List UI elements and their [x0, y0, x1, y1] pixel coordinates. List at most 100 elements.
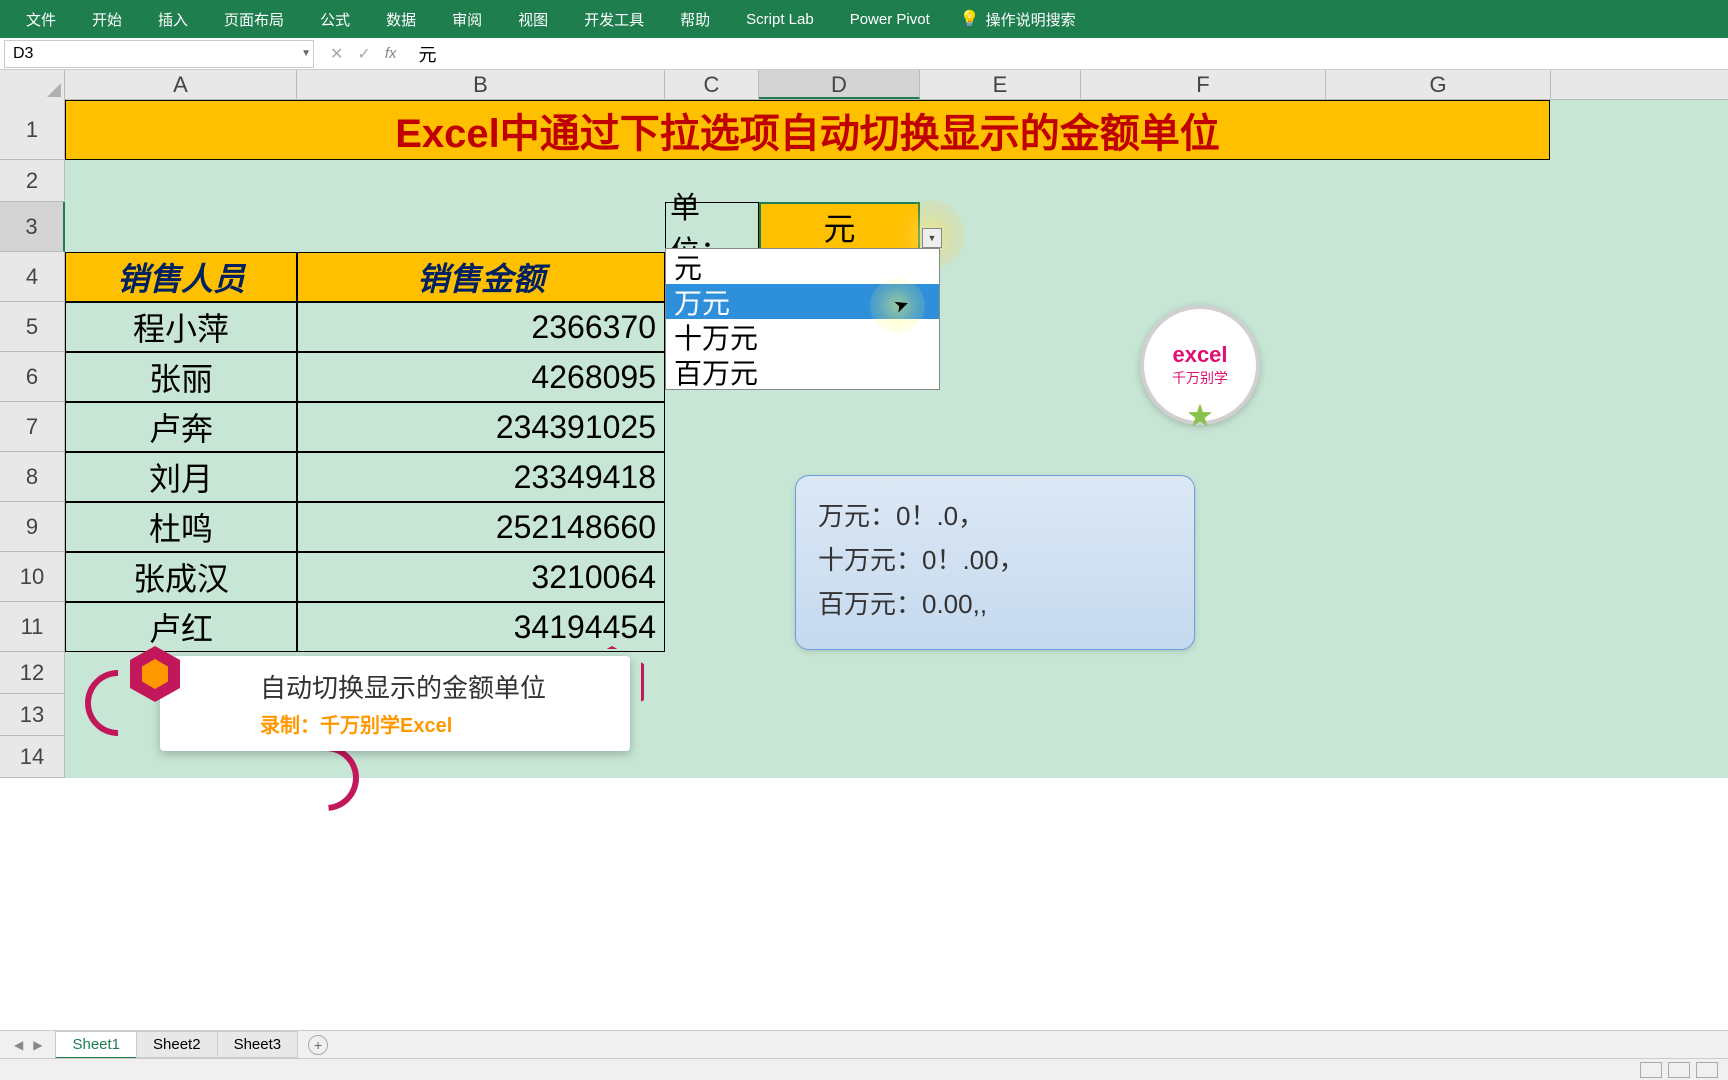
- ribbon-tab-scriptlab[interactable]: Script Lab: [728, 0, 832, 38]
- sheet-tab-bar: ◀ ▶ Sheet1 Sheet2 Sheet3 +: [0, 1030, 1728, 1058]
- unit-dropdown: 元 万元 十万元 百万元: [665, 248, 940, 390]
- row-header[interactable]: 2: [0, 160, 65, 202]
- name-box[interactable]: D3 ▼: [4, 40, 314, 68]
- cell-amount[interactable]: 34194454: [297, 602, 665, 652]
- sheet-tab[interactable]: Sheet2: [136, 1031, 218, 1058]
- table-row: 杜鸣 252148660: [65, 502, 665, 552]
- row-header[interactable]: 10: [0, 552, 65, 602]
- ribbon-tab-review[interactable]: 审阅: [434, 0, 500, 38]
- formula-controls: ✕ ✓ fx: [318, 44, 408, 64]
- dropdown-option[interactable]: 十万元: [666, 319, 939, 354]
- logo-subtext: 千万别学: [1172, 368, 1228, 388]
- chevron-down-icon: ▼: [928, 233, 937, 243]
- row-header[interactable]: 1: [0, 100, 65, 160]
- cell-amount[interactable]: 252148660: [297, 502, 665, 552]
- spreadsheet-grid: A B C D E F G 1 2 3 4 5 6 7 8 9 10 11 12…: [0, 70, 1728, 778]
- col-header-c[interactable]: C: [665, 70, 759, 99]
- sheet-tab[interactable]: Sheet3: [217, 1031, 299, 1058]
- cell-name[interactable]: 刘月: [65, 452, 297, 502]
- col-header-a[interactable]: A: [65, 70, 297, 99]
- table-row: 卢奔 234391025: [65, 402, 665, 452]
- status-bar: [0, 1058, 1728, 1080]
- unit-label-cell: 单位：: [665, 202, 759, 252]
- table-row: 张丽 4268095: [65, 352, 665, 402]
- row-header[interactable]: 9: [0, 502, 65, 552]
- ribbon-tab-insert[interactable]: 插入: [140, 0, 206, 38]
- check-icon[interactable]: ✓: [357, 44, 370, 64]
- nav-prev-icon[interactable]: ◀: [14, 1038, 23, 1052]
- col-header-d[interactable]: D: [759, 70, 920, 99]
- ribbon-tab-layout[interactable]: 页面布局: [206, 0, 302, 38]
- dropdown-option[interactable]: 元: [666, 249, 939, 284]
- ribbon-tab-home[interactable]: 开始: [74, 0, 140, 38]
- cell-amount[interactable]: 2366370: [297, 302, 665, 352]
- row-header[interactable]: 4: [0, 252, 65, 302]
- sheet-nav: ◀ ▶: [0, 1038, 56, 1052]
- bulb-icon: 💡: [960, 9, 980, 29]
- nav-next-icon[interactable]: ▶: [33, 1038, 42, 1052]
- table-header-amount: 销售金额: [297, 252, 665, 302]
- row-header[interactable]: 11: [0, 602, 65, 652]
- row-header[interactable]: 6: [0, 352, 65, 402]
- cell-name[interactable]: 程小萍: [65, 302, 297, 352]
- row-header[interactable]: 14: [0, 736, 65, 778]
- chevron-down-icon[interactable]: ▼: [301, 48, 311, 59]
- cell-name[interactable]: 杜鸣: [65, 502, 297, 552]
- title-banner: Excel中通过下拉选项自动切换显示的金额单位: [65, 100, 1550, 160]
- col-header-f[interactable]: F: [1081, 70, 1326, 99]
- row-header[interactable]: 5: [0, 302, 65, 352]
- column-headers: A B C D E F G: [0, 70, 1728, 100]
- ribbon-tab-help[interactable]: 帮助: [662, 0, 728, 38]
- row-headers: 1 2 3 4 5 6 7 8 9 10 11 12 13 14: [0, 100, 65, 778]
- star-icon: [1187, 403, 1213, 429]
- overlay-author: 录制：千万别学Excel: [260, 709, 576, 738]
- tell-me-label: 操作说明搜索: [986, 9, 1076, 30]
- dropdown-option[interactable]: 万元: [666, 284, 939, 319]
- col-header-g[interactable]: G: [1326, 70, 1551, 99]
- table-row: 刘月 23349418: [65, 452, 665, 502]
- ribbon-tab-dev[interactable]: 开发工具: [566, 0, 662, 38]
- view-layout-icon[interactable]: [1668, 1062, 1690, 1078]
- row-header[interactable]: 8: [0, 452, 65, 502]
- view-pagebreak-icon[interactable]: [1696, 1062, 1718, 1078]
- cell-amount[interactable]: 3210064: [297, 552, 665, 602]
- col-header-b[interactable]: B: [297, 70, 665, 99]
- dropdown-option[interactable]: 百万元: [666, 354, 939, 389]
- ribbon-tab-view[interactable]: 视图: [500, 0, 566, 38]
- row-header[interactable]: 12: [0, 652, 65, 694]
- sheet-tab[interactable]: Sheet1: [55, 1031, 137, 1059]
- row-header[interactable]: 3: [0, 202, 65, 252]
- add-sheet-button[interactable]: +: [308, 1035, 328, 1055]
- cell-name[interactable]: 卢奔: [65, 402, 297, 452]
- overlay-card: 自动切换显示的金额单位 录制：千万别学Excel: [160, 656, 630, 751]
- ribbon-tab-data[interactable]: 数据: [368, 0, 434, 38]
- cancel-icon[interactable]: ✕: [330, 44, 343, 64]
- ribbon-tab-file[interactable]: 文件: [8, 0, 74, 38]
- formula-input[interactable]: [408, 40, 1728, 68]
- cell-name[interactable]: 张成汉: [65, 552, 297, 602]
- fx-icon[interactable]: fx: [385, 45, 397, 62]
- table-row: 卢红 34194454: [65, 602, 665, 652]
- note-box: 万元：0！.0， 十万元：0！.00， 百万元：0.00,,: [795, 475, 1195, 650]
- cell-amount[interactable]: 4268095: [297, 352, 665, 402]
- dropdown-button[interactable]: ▼: [922, 228, 942, 248]
- cell-name[interactable]: 卢红: [65, 602, 297, 652]
- cell-name[interactable]: 张丽: [65, 352, 297, 402]
- view-normal-icon[interactable]: [1640, 1062, 1662, 1078]
- ribbon: 文件 开始 插入 页面布局 公式 数据 审阅 视图 开发工具 帮助 Script…: [0, 0, 1728, 38]
- col-header-e[interactable]: E: [920, 70, 1081, 99]
- select-all-corner[interactable]: [0, 70, 65, 100]
- ribbon-tab-powerpivot[interactable]: Power Pivot: [832, 0, 948, 38]
- unit-selected-cell[interactable]: 元: [759, 202, 920, 252]
- note-line: 百万元：0.00,,: [818, 582, 1172, 626]
- ribbon-tab-formulas[interactable]: 公式: [302, 0, 368, 38]
- row-header[interactable]: 7: [0, 402, 65, 452]
- cells-area[interactable]: Excel中通过下拉选项自动切换显示的金额单位 单位： 元 ▼ 元 万元 十万元…: [65, 100, 1728, 778]
- logo-text: excel: [1172, 342, 1227, 368]
- tell-me-search[interactable]: 💡 操作说明搜索: [960, 9, 1076, 30]
- cell-amount[interactable]: 234391025: [297, 402, 665, 452]
- cell-amount[interactable]: 23349418: [297, 452, 665, 502]
- table-row: 张成汉 3210064: [65, 552, 665, 602]
- row-header[interactable]: 13: [0, 694, 65, 736]
- table-row: 程小萍 2366370: [65, 302, 665, 352]
